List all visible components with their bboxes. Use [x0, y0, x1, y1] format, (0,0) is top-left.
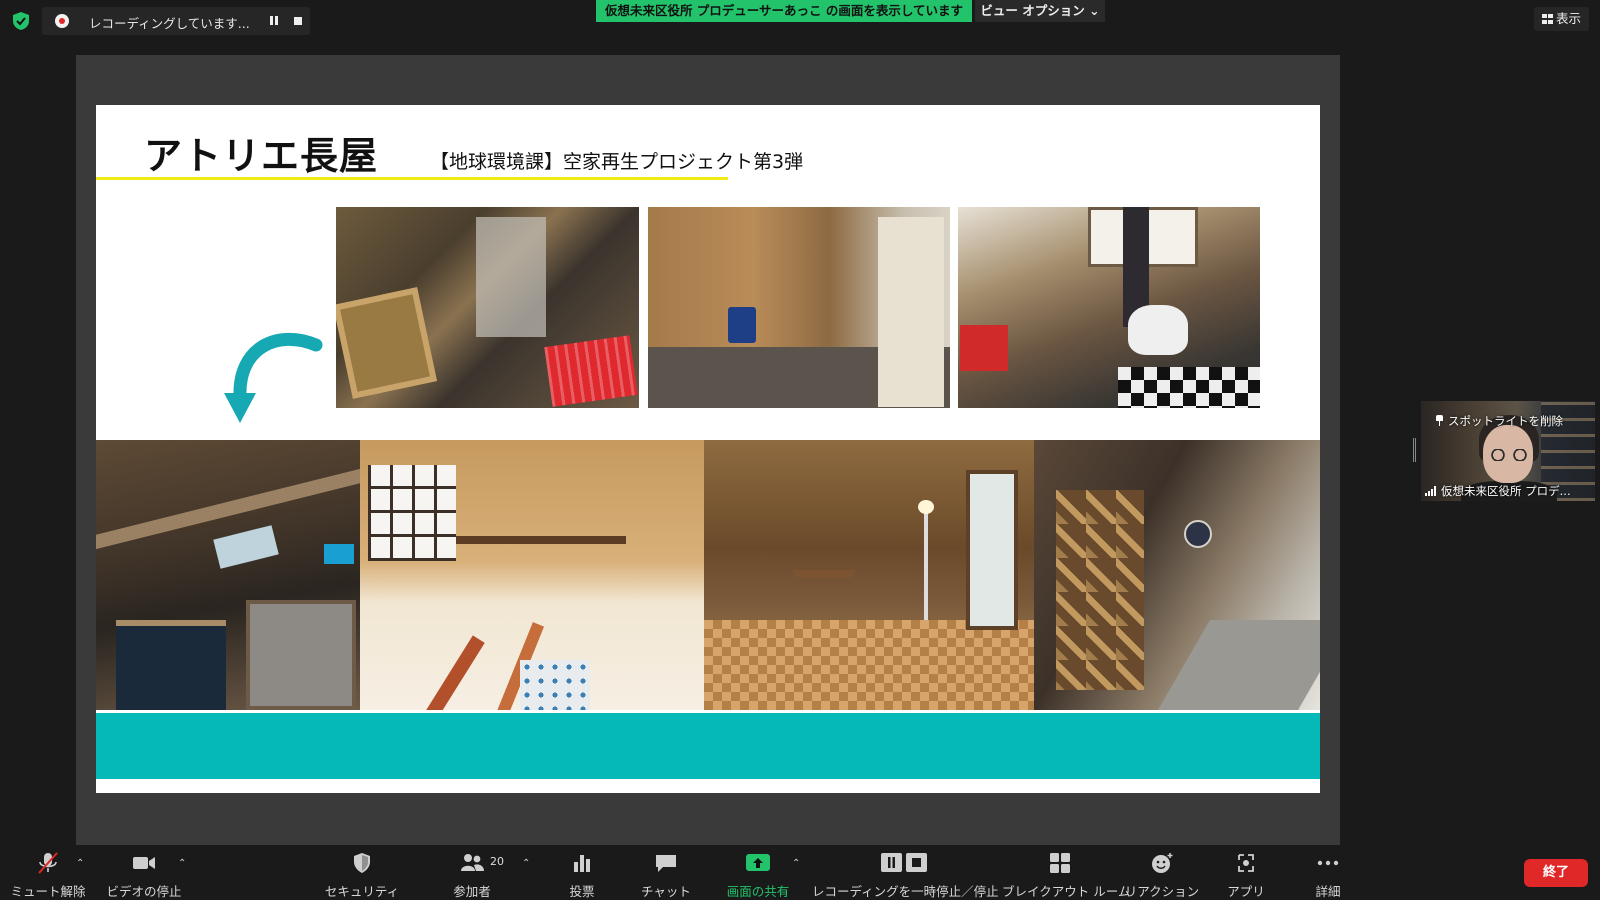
after-photo-2: [360, 440, 704, 710]
breakout-rooms-label: ブレイクアウト ルーム: [1002, 884, 1131, 899]
pause-recording-icon[interactable]: [266, 13, 282, 29]
stop-recording-icon[interactable]: [290, 13, 306, 29]
participants-label: 参加者: [453, 884, 491, 899]
after-photo-3: [704, 440, 1034, 710]
stop-video-label: ビデオの停止: [106, 884, 182, 899]
panel-resize-handle[interactable]: [1413, 438, 1416, 462]
apps-icon: [1238, 854, 1254, 872]
end-meeting-button[interactable]: 終了: [1524, 859, 1588, 887]
display-view-button[interactable]: 表示: [1534, 7, 1590, 31]
slide-title: アトリエ長屋: [144, 134, 379, 178]
recording-dot-icon: [55, 14, 69, 28]
recording-indicator: レコーディングしています...: [42, 7, 310, 35]
remove-spotlight-label: スポットライトを削除: [1448, 414, 1563, 428]
security-button[interactable]: セキュリティ: [322, 845, 402, 900]
recording-status-text: レコーディングしています...: [89, 16, 250, 31]
meeting-toolbar: ミュート解除 ⌃ ビデオの停止 ⌃ セキュリティ 20 参加者 ⌃ 投票 チャッ…: [0, 845, 1600, 900]
screen-share-banner: 仮想未来区役所 プロデューサーあっこ の画面を表示しています: [596, 0, 972, 22]
breakout-rooms-icon: [1050, 853, 1070, 873]
view-options-button[interactable]: ビュー オプション ⌄: [975, 0, 1105, 22]
more-dots-icon: [1317, 860, 1339, 866]
slide-subtitle: 【地球環境課】空家再生プロジェクト第3弾: [430, 151, 804, 173]
security-shield-icon: [354, 853, 370, 873]
participant-name: 仮想未来区役所 プロデ...: [1441, 484, 1571, 498]
participants-count: 20: [490, 855, 504, 868]
video-options-chevron-icon[interactable]: ⌃: [178, 859, 188, 869]
pin-icon: [1435, 415, 1444, 426]
after-photo-1: [96, 440, 360, 710]
apps-button[interactable]: アプリ: [1206, 845, 1286, 900]
smiley-icon: [1152, 853, 1173, 873]
participants-button[interactable]: 20 参加者: [432, 845, 512, 900]
unmute-label: ミュート解除: [10, 884, 86, 899]
recording-controls-label: レコーディングを一時停止／停止: [812, 884, 999, 899]
video-camera-icon: [133, 857, 155, 869]
breakout-rooms-button[interactable]: ブレイクアウト ルーム: [1002, 845, 1131, 900]
participants-options-chevron-icon[interactable]: ⌃: [522, 859, 532, 869]
title-underline: [96, 177, 728, 180]
curved-arrow-icon: [224, 332, 323, 423]
slide-footer-band: [96, 713, 1320, 779]
signal-strength-icon: [1425, 486, 1437, 496]
more-label: 詳細: [1315, 884, 1341, 899]
display-view-label: 表示: [1556, 11, 1582, 26]
stop-video-button[interactable]: ビデオの停止: [104, 845, 184, 900]
presentation-slide: アトリエ長屋 【地球環境課】空家再生プロジェクト第3弾: [96, 105, 1320, 793]
share-screen-button[interactable]: 画面の共有: [718, 845, 798, 900]
reactions-label: リアクション: [1124, 884, 1200, 899]
chat-bubble-icon: [656, 855, 676, 872]
share-screen-label: 画面の共有: [726, 884, 790, 899]
grid-icon: [1542, 14, 1553, 24]
shield-icon[interactable]: [11, 11, 31, 31]
polls-label: 投票: [569, 884, 595, 899]
before-photo-1: [336, 207, 639, 408]
bar-chart-icon: [574, 855, 590, 872]
chat-button[interactable]: チャット: [626, 845, 706, 900]
reactions-button[interactable]: リアクション: [1122, 845, 1202, 900]
microphone-muted-icon: [38, 852, 58, 874]
share-options-chevron-icon[interactable]: ⌃: [792, 859, 802, 869]
before-photo-2: [648, 207, 950, 408]
before-photo-3: [958, 207, 1260, 408]
chat-label: チャット: [641, 884, 691, 899]
polls-button[interactable]: 投票: [542, 845, 622, 900]
participants-icon: [461, 854, 484, 871]
unmute-button[interactable]: ミュート解除: [8, 845, 88, 900]
spotlight-video-thumbnail[interactable]: スポットライトを削除 仮想未来区役所 プロデ...: [1421, 401, 1595, 501]
audio-options-chevron-icon[interactable]: ⌃: [76, 859, 86, 869]
apps-label: アプリ: [1227, 884, 1265, 899]
security-label: セキュリティ: [324, 884, 400, 899]
after-photo-4: [1034, 440, 1320, 710]
pause-stop-recording-icon: [881, 853, 927, 872]
share-screen-icon: [746, 854, 770, 871]
more-button[interactable]: 詳細: [1288, 845, 1368, 900]
recording-controls-button[interactable]: レコーディングを一時停止／停止: [812, 845, 999, 900]
participant-name-label: 仮想未来区役所 プロデ...: [1425, 483, 1571, 499]
remove-spotlight-button[interactable]: スポットライトを削除: [1435, 413, 1563, 429]
